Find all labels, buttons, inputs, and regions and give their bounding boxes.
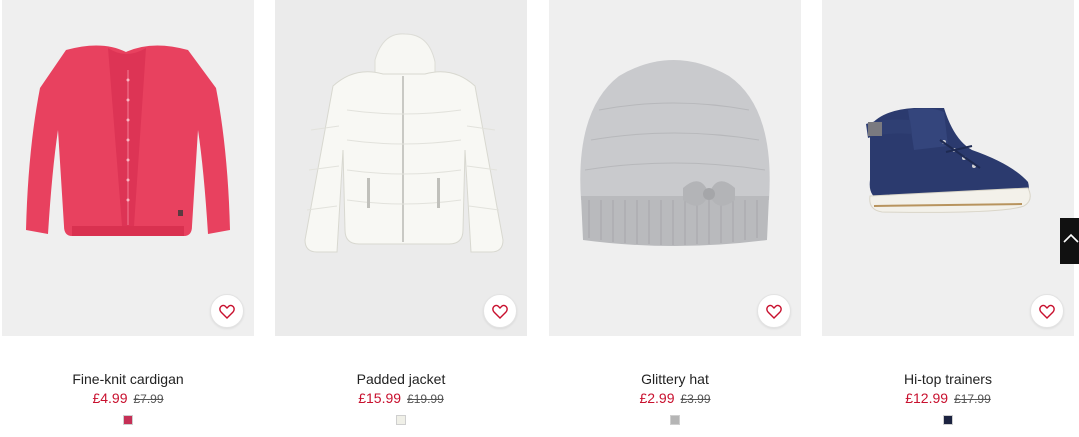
add-to-favourites-button[interactable]	[1030, 294, 1064, 328]
product-price: £15.99 £19.99	[275, 390, 527, 407]
heart-outline-icon	[492, 304, 508, 319]
product-grid: Fine-knit cardigan £4.99 £7.99 Padded ja…	[0, 0, 1079, 437]
product-price: £12.99 £17.99	[822, 390, 1074, 407]
add-to-favourites-button[interactable]	[210, 294, 244, 328]
chevron-up-icon	[1063, 233, 1079, 243]
scroll-to-top-button[interactable]	[1060, 218, 1079, 264]
color-swatch[interactable]	[943, 415, 953, 425]
original-price: £3.99	[680, 392, 711, 406]
original-price: £7.99	[133, 392, 164, 406]
color-swatch[interactable]	[123, 415, 133, 425]
product-title[interactable]: Hi-top trainers	[822, 371, 1074, 387]
product-card[interactable]: Padded jacket £15.99 £19.99	[275, 0, 527, 437]
sale-price: £2.99	[639, 390, 675, 406]
product-card[interactable]: Hi-top trainers £12.99 £17.99	[822, 0, 1074, 437]
product-image-cardigan[interactable]	[2, 0, 254, 336]
sale-price: £4.99	[92, 390, 128, 406]
product-price: £4.99 £7.99	[2, 390, 254, 407]
product-image-trainers[interactable]	[822, 0, 1074, 336]
original-price: £19.99	[407, 392, 444, 406]
original-price: £17.99	[954, 392, 991, 406]
add-to-favourites-button[interactable]	[757, 294, 791, 328]
sale-price: £12.99	[905, 390, 949, 406]
product-price: £2.99 £3.99	[549, 390, 801, 407]
product-image-jacket[interactable]	[275, 0, 527, 336]
product-card[interactable]: Fine-knit cardigan £4.99 £7.99	[2, 0, 254, 437]
product-title[interactable]: Fine-knit cardigan	[2, 371, 254, 387]
product-image-hat[interactable]	[549, 0, 801, 336]
color-swatch[interactable]	[670, 415, 680, 425]
heart-outline-icon	[1039, 304, 1055, 319]
sale-price: £15.99	[358, 390, 402, 406]
heart-outline-icon	[766, 304, 782, 319]
add-to-favourites-button[interactable]	[483, 294, 517, 328]
color-swatch[interactable]	[396, 415, 406, 425]
heart-outline-icon	[219, 304, 235, 319]
product-card[interactable]: Glittery hat £2.99 £3.99	[549, 0, 801, 437]
product-title[interactable]: Padded jacket	[275, 371, 527, 387]
product-title[interactable]: Glittery hat	[549, 371, 801, 387]
